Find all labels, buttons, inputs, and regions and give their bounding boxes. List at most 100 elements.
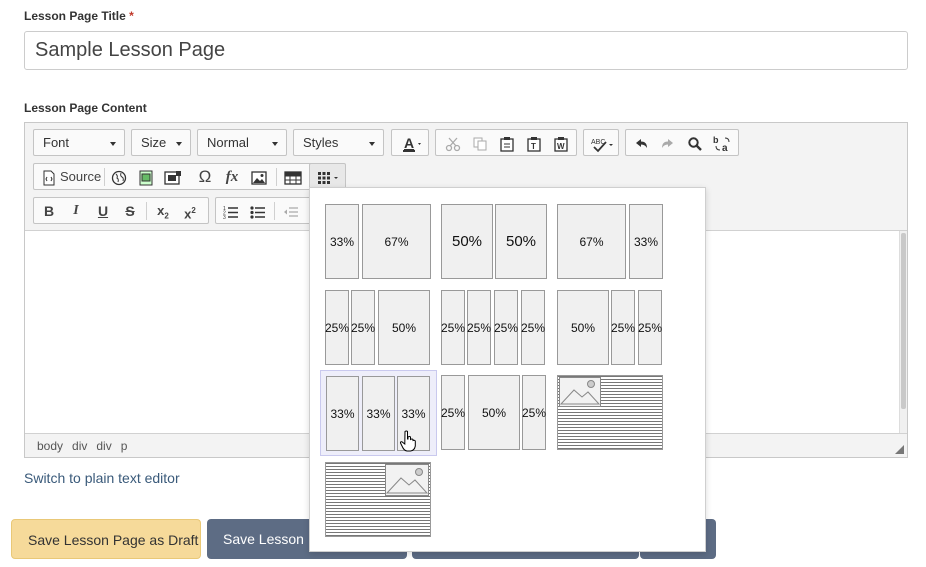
- template-cell: 25%: [494, 290, 518, 365]
- source-label: Source: [60, 169, 102, 184]
- image-icon[interactable]: [246, 166, 272, 188]
- templates-group: [309, 163, 346, 190]
- basic-styles-group: B I U S x2 x2: [33, 197, 209, 224]
- source-button[interactable]: Source: [36, 166, 102, 188]
- path-item-p[interactable]: p: [121, 439, 128, 453]
- copy-icon[interactable]: [467, 132, 493, 154]
- outdent-icon[interactable]: [278, 200, 304, 222]
- text-color-group: A: [391, 129, 429, 156]
- bulleted-list-icon[interactable]: [245, 200, 271, 222]
- underline-icon[interactable]: U: [90, 200, 116, 222]
- insert-group: Source Ω fx: [33, 163, 313, 190]
- special-char-icon[interactable]: Ω: [192, 166, 218, 188]
- title-label: Lesson Page Title *: [24, 9, 134, 23]
- template-cell: 25%: [351, 290, 375, 365]
- italic-icon[interactable]: I: [63, 200, 89, 222]
- hand-cursor-icon: [399, 430, 416, 452]
- iframe-icon[interactable]: [160, 166, 186, 188]
- editor-scrollbar[interactable]: [899, 231, 907, 433]
- svg-text:A: A: [404, 135, 414, 151]
- link-icon[interactable]: [106, 166, 132, 188]
- path-item-div[interactable]: div: [96, 439, 111, 453]
- font-combo-label: Font: [43, 135, 70, 150]
- replace-icon[interactable]: ba: [709, 132, 735, 154]
- editor-scroll-thumb[interactable]: [901, 233, 906, 409]
- template-cell: 50%: [378, 290, 430, 365]
- template-33-67[interactable]: 33% 67%: [323, 202, 431, 279]
- table-icon[interactable]: [280, 166, 306, 188]
- svg-text:a: a: [722, 143, 728, 153]
- template-cell: 50%: [468, 375, 520, 450]
- title-input[interactable]: [24, 31, 908, 70]
- save-draft-button[interactable]: Save Lesson Page as Draft: [11, 519, 201, 559]
- strikethrough-icon[interactable]: S: [117, 200, 143, 222]
- svg-text:b: b: [713, 135, 719, 145]
- template-cell: 50%: [441, 204, 493, 279]
- cut-icon[interactable]: [440, 132, 466, 154]
- format-combo-label: Normal: [207, 135, 249, 150]
- size-combo[interactable]: Size: [131, 129, 191, 156]
- required-mark: *: [129, 9, 134, 23]
- undo-icon[interactable]: [628, 132, 654, 154]
- template-cell: 67%: [362, 204, 431, 279]
- superscript-icon[interactable]: x2: [177, 200, 203, 222]
- template-cell: 33%: [629, 204, 663, 279]
- template-image-right-text[interactable]: [323, 460, 431, 537]
- spellcheck-group: ABC: [583, 129, 619, 156]
- paste-icon[interactable]: [494, 132, 520, 154]
- numbered-list-icon[interactable]: 123: [218, 200, 244, 222]
- svg-text:T: T: [531, 142, 536, 151]
- paste-text-icon[interactable]: T: [521, 132, 547, 154]
- formula-icon[interactable]: fx: [219, 166, 245, 188]
- template-cell: 25%: [441, 375, 465, 450]
- template-cell: 50%: [495, 204, 547, 279]
- spellcheck-icon[interactable]: ABC: [586, 132, 618, 154]
- title-label-text: Lesson Page Title: [24, 9, 126, 23]
- template-25-25-50[interactable]: 25% 25% 50%: [323, 288, 430, 365]
- template-image-placeholder: [559, 377, 601, 407]
- template-50-50[interactable]: 50% 50%: [439, 202, 547, 279]
- subscript-icon[interactable]: x2: [150, 200, 176, 222]
- bold-icon[interactable]: B: [36, 200, 62, 222]
- svg-text:3: 3: [223, 215, 226, 219]
- template-25-25-25-25[interactable]: 25% 25% 25% 25%: [439, 288, 546, 365]
- resize-handle-icon[interactable]: [895, 445, 904, 454]
- svg-text:W: W: [557, 142, 565, 151]
- template-cell: 25%: [521, 290, 545, 365]
- switch-plain-text-link[interactable]: Switch to plain text editor: [24, 470, 180, 486]
- format-combo[interactable]: Normal: [197, 129, 287, 156]
- styles-combo-label: Styles: [303, 135, 339, 150]
- list-group: 123: [215, 197, 311, 224]
- template-33-33-33[interactable]: 33% 33% 33%: [320, 370, 437, 456]
- template-cell: 67%: [557, 204, 626, 279]
- template-image-placeholder: [385, 464, 429, 496]
- template-cell: 25%: [611, 290, 635, 365]
- find-icon[interactable]: [682, 132, 708, 154]
- styles-combo[interactable]: Styles: [293, 129, 384, 156]
- path-item-div[interactable]: div: [72, 439, 87, 453]
- template-image-left-text[interactable]: [555, 373, 663, 450]
- history-group: ba: [625, 129, 739, 156]
- clipboard-group: T W: [435, 129, 577, 156]
- text-color-icon[interactable]: A: [394, 132, 428, 154]
- template-67-33[interactable]: 67% 33%: [555, 202, 663, 279]
- template-cell: 25%: [441, 290, 465, 365]
- template-cell: 50%: [557, 290, 609, 365]
- placeholder-image-icon: [385, 468, 429, 494]
- path-item-body[interactable]: body: [37, 439, 63, 453]
- media-icon[interactable]: [133, 166, 159, 188]
- template-cell: 33%: [325, 204, 359, 279]
- templates-icon[interactable]: [312, 166, 344, 188]
- template-cell: 25%: [467, 290, 491, 365]
- template-cell: 25%: [522, 375, 546, 450]
- template-cell: 25%: [325, 290, 349, 365]
- template-25-50-25[interactable]: 25% 50% 25%: [439, 373, 546, 450]
- font-combo[interactable]: Font: [33, 129, 125, 156]
- templates-panel: 33% 67% 50% 50% 67% 33% 25% 25% 50% 25% …: [309, 187, 706, 552]
- redo-icon[interactable]: [655, 132, 681, 154]
- paste-word-icon[interactable]: W: [548, 132, 574, 154]
- placeholder-image-icon: [559, 380, 601, 405]
- template-50-25-25[interactable]: 50% 25% 25%: [555, 288, 662, 365]
- template-cell: 33%: [326, 376, 359, 451]
- size-combo-label: Size: [141, 135, 167, 150]
